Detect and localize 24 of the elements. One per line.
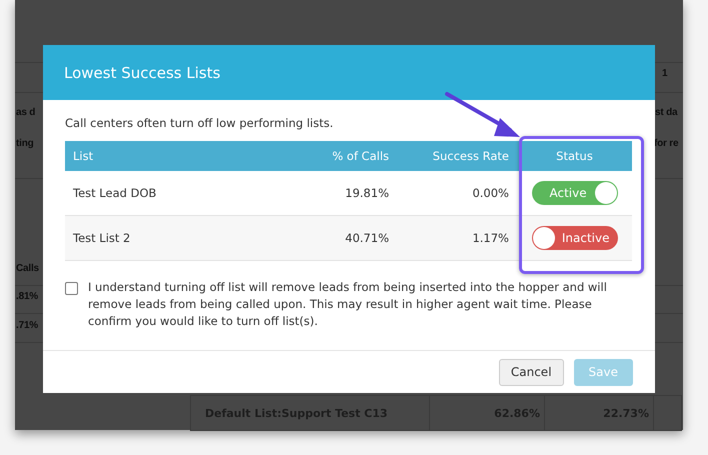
- page-text: .81%: [16, 291, 38, 302]
- status-toggle[interactable]: Active: [532, 181, 618, 205]
- page-text: as d: [16, 107, 36, 118]
- column-header: List: [65, 141, 271, 171]
- toggle-knob: [532, 227, 554, 249]
- table-cell: 40.71%: [271, 216, 397, 260]
- page-text: ting: [16, 138, 34, 149]
- toggle-knob: [594, 182, 616, 204]
- page-text: for re: [654, 138, 678, 149]
- column-header: Status: [517, 141, 632, 171]
- page-text: 1: [662, 68, 668, 79]
- page-text: Calls: [16, 263, 39, 274]
- page-text: st da: [655, 107, 678, 118]
- column-header: Success Rate: [397, 141, 517, 171]
- checkbox[interactable]: [65, 282, 78, 295]
- column-header: % of Calls: [271, 141, 397, 171]
- confirm-text: I understand turning off list will remove leads from being inserted into the hopper and will remove leads from being called upon. This may result in higher agent wait time. Please confirm you would like to turn off list(s).: [88, 279, 608, 330]
- table-cell: 1.17%: [397, 216, 517, 260]
- status-toggle[interactable]: Inactive: [532, 226, 618, 250]
- intro-text: Call centers often turn off low performing lists.: [65, 116, 334, 130]
- page-text: .71%: [16, 320, 38, 331]
- cancel-button[interactable]: Cancel: [498, 358, 564, 386]
- modal-title: Lowest Success Lists: [64, 64, 220, 82]
- table-cell: Test List 2: [65, 216, 271, 260]
